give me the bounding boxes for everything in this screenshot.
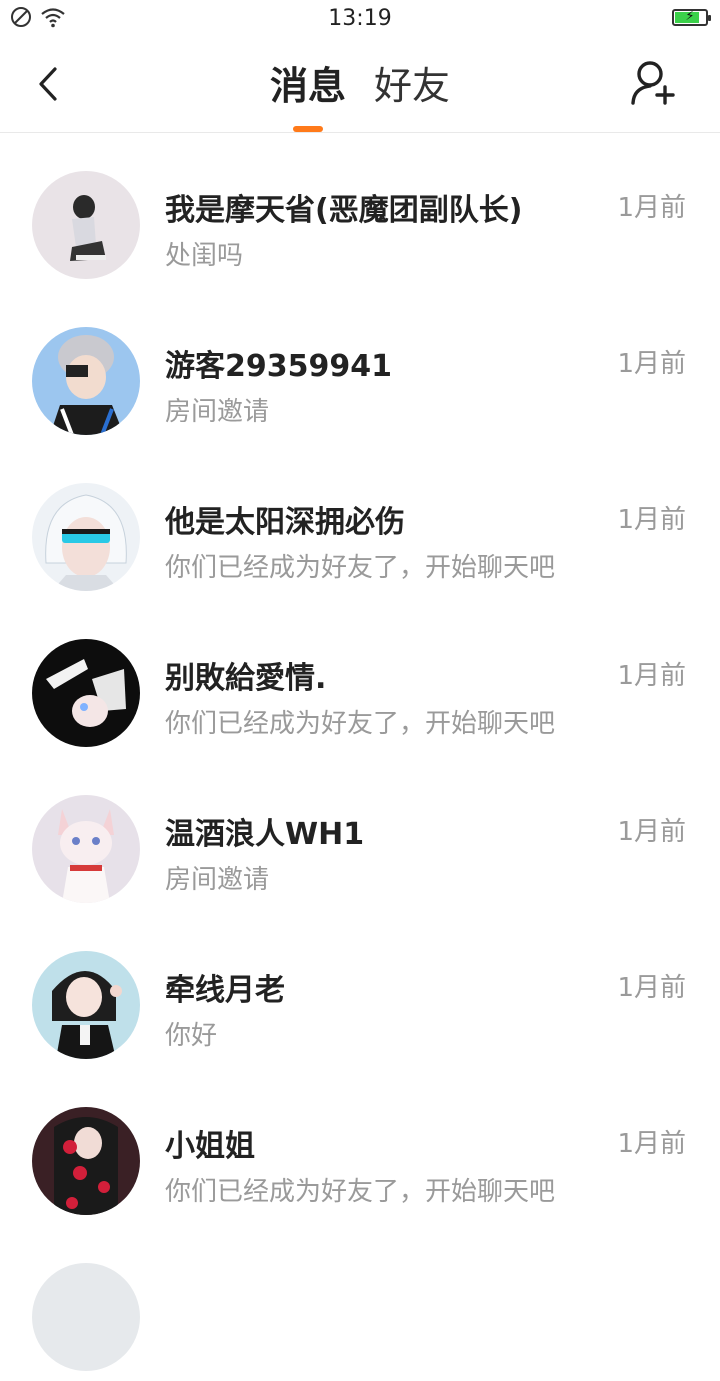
contact-name: 别敗給愛情. [165, 661, 327, 696]
message-preview: 你们已经成为好友了，开始聊天吧 [165, 553, 556, 583]
message-preview: 你们已经成为好友了，开始聊天吧 [165, 709, 556, 739]
message-preview: 你们已经成为好友了，开始聊天吧 [165, 1177, 556, 1207]
tab-messages-label: 消息 [269, 64, 346, 108]
avatar[interactable] [32, 1107, 140, 1215]
avatar[interactable] [32, 639, 140, 747]
contact-name: 温酒浪人WH1 [165, 817, 365, 852]
conversation-item-partial[interactable] [0, 1225, 720, 1381]
status-time: 13:19 [328, 6, 392, 31]
contact-name: 他是太阳深拥必伤 [165, 505, 405, 540]
contact-name: 小姐姐 [165, 1129, 255, 1164]
message-preview: 处闺吗 [165, 241, 244, 271]
conversation-item[interactable]: 小姐姐 你们已经成为好友了，开始聊天吧 1月前 [0, 1069, 720, 1225]
active-tab-indicator [292, 126, 323, 132]
tab-friends-label: 好友 [374, 64, 451, 108]
message-preview: 房间邀请 [165, 397, 270, 427]
add-friend-button[interactable] [630, 58, 680, 108]
message-preview: 房间邀请 [165, 865, 270, 895]
avatar[interactable] [32, 1263, 140, 1371]
header: 消息 好友 [0, 40, 720, 133]
message-time: 1月前 [617, 193, 686, 223]
conversation-item[interactable]: 温酒浪人WH1 房间邀请 1月前 [0, 757, 720, 913]
conversation-item[interactable]: 游客29359941 房间邀请 1月前 [0, 289, 720, 445]
tab-bar: 消息 好友 [0, 58, 720, 132]
avatar[interactable] [32, 171, 140, 279]
message-time: 1月前 [617, 817, 686, 847]
conversation-list: 我是摩天省(恶魔团副队长) 处闺吗 1月前 游客29359941 房间邀请 1月… [0, 133, 720, 1381]
contact-name: 我是摩天省(恶魔团副队长) [165, 193, 523, 228]
message-preview: 你好 [165, 1021, 218, 1051]
avatar[interactable] [32, 483, 140, 591]
message-time: 1月前 [617, 505, 686, 535]
conversation-item[interactable]: 牵线月老 你好 1月前 [0, 913, 720, 1069]
avatar[interactable] [32, 951, 140, 1059]
message-time: 1月前 [617, 1129, 686, 1159]
avatar[interactable] [32, 327, 140, 435]
charging-bolt-icon: ⚡ [685, 9, 695, 24]
tab-messages[interactable]: 消息 [269, 58, 346, 132]
conversation-item[interactable]: 他是太阳深拥必伤 你们已经成为好友了，开始聊天吧 1月前 [0, 445, 720, 601]
message-time: 1月前 [617, 349, 686, 379]
conversation-item[interactable]: 我是摩天省(恶魔团副队长) 处闺吗 1月前 [0, 133, 720, 289]
battery-charging-icon: ⚡ [672, 9, 711, 26]
contact-name: 牵线月老 [165, 973, 285, 1008]
message-time: 1月前 [617, 973, 686, 1003]
conversation-item[interactable]: 别敗給愛情. 你们已经成为好友了，开始聊天吧 1月前 [0, 601, 720, 757]
contact-name: 游客29359941 [165, 349, 392, 384]
tab-friends[interactable]: 好友 [374, 58, 450, 114]
status-bar: 13:19 ⚡ [0, 0, 720, 40]
add-user-icon [631, 61, 675, 105]
message-time: 1月前 [617, 661, 686, 691]
avatar[interactable] [32, 795, 140, 903]
